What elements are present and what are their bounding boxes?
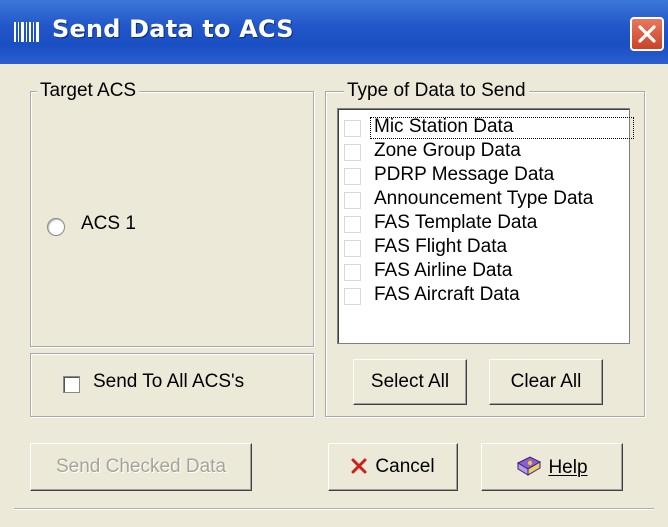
- title-bar[interactable]: Send Data to ACS: [0, 0, 668, 64]
- help-book-icon: [517, 456, 542, 476]
- item-checkbox[interactable]: [344, 264, 361, 281]
- item-checkbox[interactable]: [344, 240, 361, 257]
- cancel-label: Cancel: [375, 456, 435, 477]
- send-data-dialog: Send Data to ACS Target ACS ACS 1 Send T…: [0, 0, 668, 527]
- help-button[interactable]: Help: [481, 443, 623, 491]
- target-acs-group: Target ACS: [30, 80, 314, 347]
- clear-all-label: Clear All: [510, 371, 582, 392]
- send-all-checkbox[interactable]: [63, 376, 80, 393]
- cancel-content: Cancel: [329, 456, 457, 478]
- acs1-radio[interactable]: [47, 218, 65, 236]
- focus-indicator: [370, 117, 634, 139]
- item-label: FAS Airline Data: [374, 260, 513, 281]
- send-checked-button[interactable]: Send Checked Data: [30, 443, 252, 491]
- item-label: FAS Aircraft Data: [374, 284, 520, 305]
- close-button[interactable]: [630, 17, 664, 51]
- data-type-legend: Type of Data to Send: [344, 80, 529, 102]
- item-label: PDRP Message Data: [374, 164, 555, 185]
- close-icon: [638, 25, 656, 43]
- cancel-button[interactable]: Cancel: [328, 443, 458, 491]
- select-all-button[interactable]: Select All: [353, 359, 467, 405]
- window-title: Send Data to ACS: [52, 15, 294, 43]
- item-checkbox[interactable]: [344, 288, 361, 305]
- status-divider: [14, 508, 654, 510]
- target-acs-legend: Target ACS: [37, 80, 140, 102]
- item-checkbox[interactable]: [344, 120, 361, 137]
- item-label: Announcement Type Data: [374, 188, 594, 209]
- clear-all-button[interactable]: Clear All: [489, 359, 603, 405]
- item-checkbox[interactable]: [344, 168, 361, 185]
- item-label: FAS Flight Data: [374, 236, 508, 257]
- barcode-icon: [14, 22, 39, 42]
- item-checkbox[interactable]: [344, 192, 361, 209]
- help-label: Help: [548, 457, 588, 478]
- red-x-icon: [351, 458, 367, 474]
- item-label: FAS Template Data: [374, 212, 538, 233]
- select-all-label: Select All: [370, 371, 450, 392]
- item-label: Zone Group Data: [374, 140, 521, 161]
- send-all-label[interactable]: Send To All ACS's: [93, 371, 244, 393]
- send-checked-label: Send Checked Data: [55, 456, 227, 477]
- item-checkbox[interactable]: [344, 216, 361, 233]
- data-type-list[interactable]: Mic Station Data Zone Group Data PDRP Me…: [337, 108, 634, 344]
- help-content: Help: [482, 455, 622, 479]
- acs1-label[interactable]: ACS 1: [81, 213, 136, 235]
- item-checkbox[interactable]: [344, 144, 361, 161]
